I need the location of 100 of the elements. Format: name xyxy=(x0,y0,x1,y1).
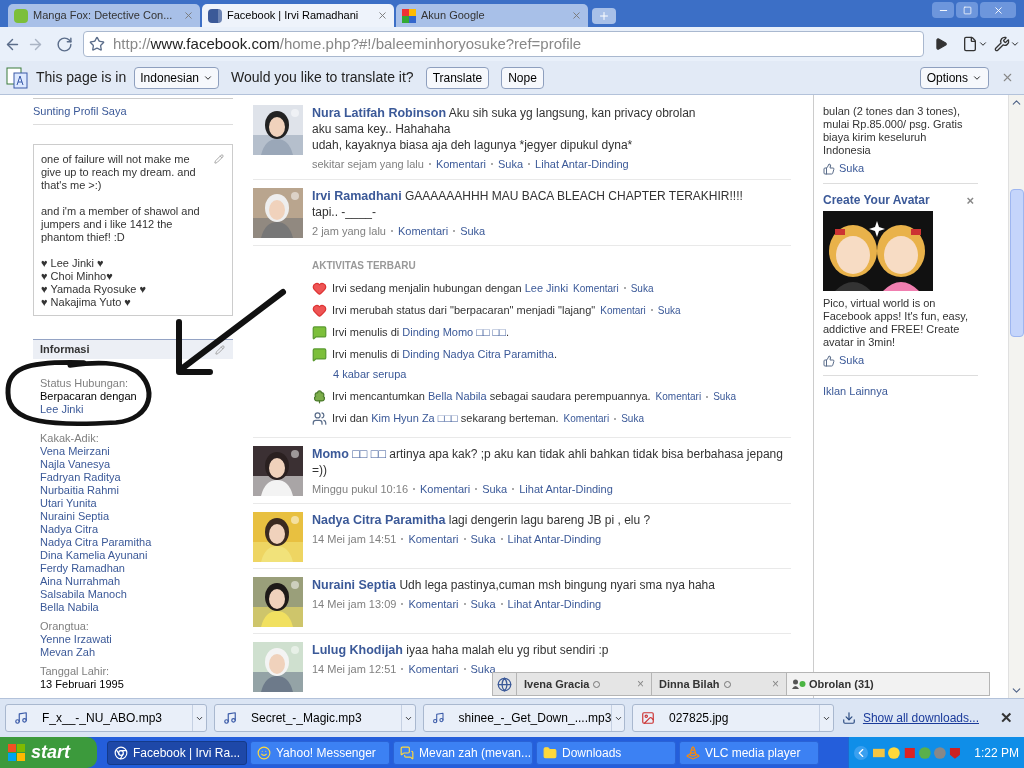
author-link[interactable]: Nadya Citra Paramitha xyxy=(312,513,446,527)
author-link[interactable]: Lulug Khodijah xyxy=(312,643,403,657)
download-item[interactable]: shinee_-_Get_Down_....mp3 xyxy=(423,704,625,732)
action-link[interactable]: Suka xyxy=(470,596,496,613)
info-link[interactable]: Yenne Irzawati xyxy=(40,633,112,646)
language-select[interactable]: Indonesian xyxy=(134,66,219,89)
post-text: Nadya Citra Paramitha lagi dengerin lagu bareng JB pi , elu ? xyxy=(312,512,652,528)
info-link[interactable]: Ferdy Ramadhan xyxy=(40,562,125,575)
taskbar-button[interactable]: Yahoo! Messenger xyxy=(250,740,390,765)
action-link[interactable]: Komentari xyxy=(435,156,487,173)
info-link[interactable]: Nuraini Septia xyxy=(40,510,110,523)
download-item[interactable]: F_x__-_NU_ABO.mp3 xyxy=(5,704,207,732)
globe-icon[interactable] xyxy=(497,676,512,692)
scrollbar-thumb[interactable] xyxy=(1009,189,1024,337)
action-link[interactable]: Lihat Antar-Dinding xyxy=(507,596,602,613)
action-link[interactable]: Komentari xyxy=(408,531,459,548)
close-button[interactable]: ✕ xyxy=(1000,706,1013,730)
post-text: Momo □□ □□ artinya apa kak? ;p aku kan tidak ahli bahkan tidak bisa berbahasa jepang =)) xyxy=(312,445,784,478)
translate-button[interactable]: Translate xyxy=(425,66,490,89)
info-link[interactable]: Mevan Zah xyxy=(40,646,96,659)
star-icon[interactable] xyxy=(89,36,105,52)
info-link[interactable]: Utari Yunita xyxy=(40,497,97,510)
profile-link[interactable]: Dinding Nadya Citra Paramitha xyxy=(402,347,554,360)
browser-tab[interactable]: Akun Google xyxy=(396,4,588,27)
address-field[interactable]: http://www.facebook.com/home.php?#!/baleeminhoryosuke?ref=profile xyxy=(83,31,924,57)
maximize-button[interactable] xyxy=(956,2,978,18)
profile-link[interactable]: Bella Nabila xyxy=(428,390,487,403)
taskbar-button[interactable]: VLC media player xyxy=(679,740,819,765)
author-link[interactable]: Momo □□ □□ xyxy=(312,446,386,461)
action-link[interactable]: Komentari xyxy=(600,302,646,318)
author-link[interactable]: Nura Latifah Robinson xyxy=(312,106,447,120)
like-link[interactable]: Suka xyxy=(839,354,865,367)
profile-link[interactable]: Dinding Momo □□ □□ xyxy=(402,325,506,338)
action-link[interactable]: Suka xyxy=(713,389,736,404)
action-link[interactable]: Lihat Antar-Dinding xyxy=(507,531,602,548)
close-icon[interactable] xyxy=(377,10,388,21)
taskbar-button[interactable]: Mevan zah (mevan... xyxy=(393,740,533,765)
activity-text: Irvi menulis di Dinding Nadya Citra Paramitha. xyxy=(332,346,557,362)
info-link[interactable]: Nadya Citra Paramitha xyxy=(40,536,152,549)
action-link[interactable]: Suka xyxy=(482,480,508,497)
more-ads-link[interactable]: Iklan Lainnya xyxy=(823,385,978,398)
translate-button[interactable]: Nope xyxy=(501,66,544,89)
wrench-menu[interactable] xyxy=(994,36,1020,52)
info-link[interactable]: Aina Nurrahmah xyxy=(40,575,121,588)
buddy-list-tab[interactable]: Obrolan (31) xyxy=(787,673,989,695)
taskbar-button[interactable]: Facebook | Irvi Ra... xyxy=(107,740,247,765)
reload-icon[interactable] xyxy=(56,35,73,53)
show-all-downloads-link[interactable]: Show all downloads... xyxy=(862,709,979,727)
chat-tab[interactable]: Ivena Gracia × xyxy=(517,673,652,695)
close-button[interactable] xyxy=(980,2,1016,18)
action-link[interactable]: Komentari xyxy=(563,411,610,426)
start-button[interactable]: start xyxy=(0,737,97,768)
show-hidden-icons-button[interactable] xyxy=(854,745,869,760)
info-link[interactable]: Fadryan Raditya xyxy=(40,471,121,484)
info-link[interactable]: Nurbaitia Rahmi xyxy=(40,484,119,497)
info-link[interactable]: Najla Vanesya xyxy=(40,458,111,471)
action-link[interactable]: Suka xyxy=(630,280,654,296)
info-link[interactable]: Vena Meirzani xyxy=(40,445,110,458)
action-link[interactable]: Lihat Antar-Dinding xyxy=(535,156,629,173)
browser-tab[interactable]: Facebook | Irvi Ramadhani xyxy=(202,4,394,27)
page-menu[interactable] xyxy=(962,36,988,52)
close-icon[interactable] xyxy=(1001,71,1014,84)
download-item[interactable]: 027825.jpg xyxy=(632,704,834,732)
action-link[interactable]: Komentari xyxy=(420,480,471,497)
close-icon[interactable] xyxy=(183,10,194,21)
go-icon[interactable] xyxy=(934,37,948,51)
info-link[interactable]: Salsabila Manoch xyxy=(40,588,127,601)
action-link[interactable]: Komentari xyxy=(655,389,702,404)
action-link[interactable]: Suka xyxy=(460,222,486,239)
action-link[interactable]: Suka xyxy=(657,302,681,318)
action-link[interactable]: Komentari xyxy=(408,596,459,613)
action-link[interactable]: Lihat Antar-Dinding xyxy=(519,480,613,497)
close-button[interactable]: × xyxy=(966,194,974,207)
download-item[interactable]: Secret_-_Magic.mp3 xyxy=(214,704,416,732)
action-link[interactable]: Suka xyxy=(470,661,496,678)
options-button[interactable]: Options xyxy=(919,66,989,89)
info-link[interactable]: Nadya Citra xyxy=(40,523,99,536)
timestamp: 14 Mei jam 12:51 xyxy=(312,662,397,677)
action-link[interactable]: Suka xyxy=(470,531,496,548)
action-link[interactable]: Komentari xyxy=(573,280,619,296)
info-link[interactable]: Lee Jinki xyxy=(40,403,84,416)
browser-tab[interactable]: Manga Fox: Detective Con... xyxy=(8,4,200,27)
close-icon[interactable] xyxy=(571,10,582,21)
action-link[interactable]: Suka xyxy=(621,411,644,426)
more-link[interactable]: 4 kabar serupa xyxy=(312,366,791,383)
author-link[interactable]: Nuraini Septia xyxy=(312,578,397,592)
new-tab-button[interactable] xyxy=(592,8,616,24)
activity-text: Irvi sedang menjalin hubungan dengan Lee Jinki xyxy=(332,280,569,296)
edit-icon[interactable] xyxy=(215,345,225,355)
action-link[interactable]: Komentari xyxy=(398,222,449,239)
profile-link[interactable]: Kim Hyun Za □□□ xyxy=(371,412,458,425)
author-link[interactable]: Irvi Ramadhani xyxy=(312,188,402,203)
edit-profile-link[interactable]: Sunting Profil Saya xyxy=(33,99,233,125)
taskbar-button[interactable]: Downloads xyxy=(536,740,676,765)
info-link[interactable]: Dina Kamelia Ayunani xyxy=(40,549,148,562)
like-link[interactable]: Suka xyxy=(839,162,865,175)
profile-link[interactable]: Lee Jinki xyxy=(524,281,569,294)
action-link[interactable]: Komentari xyxy=(408,661,459,678)
action-link[interactable]: Suka xyxy=(498,156,524,173)
info-link[interactable]: Bella Nabila xyxy=(40,601,99,614)
